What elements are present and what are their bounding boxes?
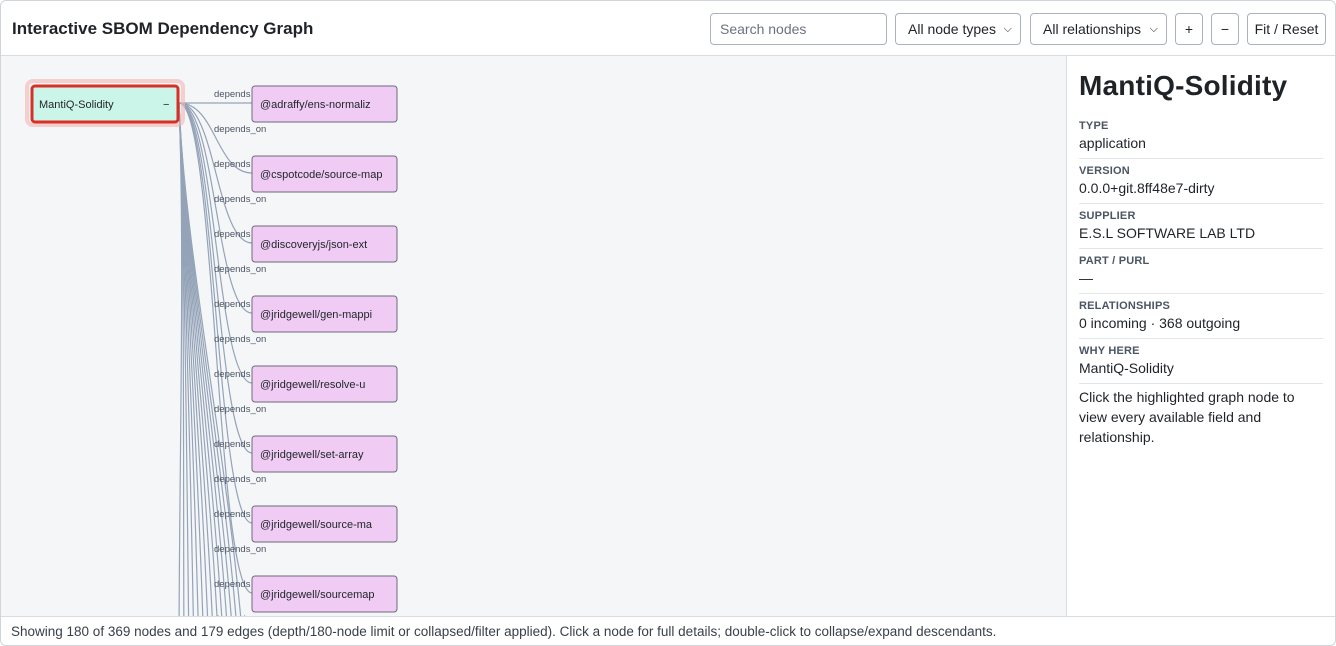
collapse-toggle[interactable]: − xyxy=(163,99,169,111)
dependency-graph[interactable]: dependsdepends_ondependsdepends_ondepend… xyxy=(1,56,1066,616)
detail-field: VERSION 0.0.0+git.8ff48e7-dirty xyxy=(1079,159,1323,204)
toolbar: Interactive SBOM Dependency Graph All no… xyxy=(1,1,1335,56)
detail-field: TYPE application xyxy=(1079,114,1323,159)
detail-field: PART / PURL — xyxy=(1079,249,1323,294)
edge-label: depends_on xyxy=(214,334,266,345)
graph-node[interactable]: @jridgewell/set-array xyxy=(251,435,398,473)
edge-label: depends_on xyxy=(214,124,266,135)
details-panel: MantiQ-Solidity TYPE application VERSION 0.… xyxy=(1066,56,1335,616)
edge-label: depends xyxy=(214,89,251,100)
details-hint: Click the highlighted graph node to view… xyxy=(1079,389,1295,445)
relationship-select-value: All relationships xyxy=(1043,21,1142,37)
detail-field-value: — xyxy=(1079,270,1093,286)
detail-field: SUPPLIER E.S.L SOFTWARE LAB LTD xyxy=(1079,204,1323,249)
fit-reset-button[interactable]: Fit / Reset xyxy=(1247,13,1326,45)
edge-label: depends xyxy=(214,369,251,380)
detail-field-key: VERSION xyxy=(1079,165,1130,177)
graph-node-label: @jridgewell/source-ma xyxy=(260,519,373,531)
root-node-label: MantiQ-Solidity xyxy=(39,99,114,111)
search-input[interactable] xyxy=(710,13,887,45)
edge-label: depends xyxy=(214,229,251,240)
edge-label: depends xyxy=(214,159,251,170)
graph-node-label: @cspotcode/source-map xyxy=(260,169,382,181)
detail-field-value: 0.0.0+git.8ff48e7-dirty xyxy=(1079,180,1215,196)
page-title: Interactive SBOM Dependency Graph xyxy=(12,19,314,38)
detail-field: WHY HERE MantiQ-Solidity xyxy=(1079,339,1323,384)
status-bar: Showing 180 of 369 nodes and 179 edges (… xyxy=(1,616,1335,645)
zoom-in-button[interactable]: + xyxy=(1175,13,1203,45)
edge-label: depends xyxy=(214,509,251,520)
detail-field: RELATIONSHIPS 0 incoming · 368 outgoing xyxy=(1079,294,1323,339)
detail-field-value: E.S.L SOFTWARE LAB LTD xyxy=(1079,225,1256,241)
app-window: Interactive SBOM Dependency Graph All no… xyxy=(0,0,1336,646)
graph-canvas[interactable]: depends depends_on depends depends_on depend… xyxy=(1,56,1066,616)
detail-field-value: MantiQ-Solidity xyxy=(1079,360,1174,376)
edge-label: depends xyxy=(214,579,251,590)
detail-field-key: TYPE xyxy=(1079,120,1109,132)
chevron-down-icon: ⌵ xyxy=(1149,23,1158,35)
edge-label: depends_on xyxy=(214,544,266,555)
root-node[interactable]: MantiQ-Solidity − xyxy=(25,79,185,127)
detail-field-value: 0 incoming · 368 outgoing xyxy=(1079,315,1241,331)
graph-node-label: @discoveryjs/json-ext xyxy=(260,239,367,251)
graph-node-label: @jridgewell/resolve-u xyxy=(260,379,365,391)
detail-field-key: WHY HERE xyxy=(1079,345,1140,357)
graph-node[interactable]: @cspotcode/source-map xyxy=(251,155,398,193)
graph-node[interactable]: @adraffy/ens-normaliz xyxy=(251,85,398,123)
edge-group xyxy=(178,102,253,616)
graph-node-label: @adraffy/ens-normaliz xyxy=(260,99,371,111)
edge-label: depends xyxy=(214,299,251,310)
edge-label: depends_on xyxy=(214,264,266,275)
edge-label: depends_on xyxy=(214,474,266,485)
details-title: MantiQ-Solidity xyxy=(1079,70,1288,101)
graph-node-label: @jridgewell/sourcemap xyxy=(260,589,375,601)
graph-node[interactable]: @jridgewell/source-ma xyxy=(251,505,398,543)
graph-node[interactable]: @jridgewell/sourcemap xyxy=(251,575,398,613)
graph-node[interactable]: @jridgewell/resolve-u xyxy=(251,365,398,403)
node-type-select[interactable]: All node types ⌵ xyxy=(895,13,1021,45)
graph-node[interactable]: @jridgewell/gen-mappi xyxy=(251,295,398,333)
detail-field-key: RELATIONSHIPS xyxy=(1079,300,1171,312)
graph-node[interactable]: @discoveryjs/json-ext xyxy=(251,225,398,263)
graph-node-label: @jridgewell/gen-mappi xyxy=(260,309,372,321)
edge-label: depends xyxy=(214,439,251,450)
zoom-out-button[interactable]: − xyxy=(1211,13,1239,45)
node-type-select-value: All node types xyxy=(908,21,996,37)
chevron-down-icon: ⌵ xyxy=(1003,23,1012,35)
edge-label: depends_on xyxy=(214,194,266,205)
graph-node-label: @jridgewell/set-array xyxy=(260,449,364,461)
relationship-select[interactable]: All relationships ⌵ xyxy=(1030,13,1167,45)
detail-field-key: PART / PURL xyxy=(1079,255,1150,267)
detail-field-value: application xyxy=(1079,135,1146,151)
edge-label: depends_on xyxy=(214,404,266,415)
detail-field-key: SUPPLIER xyxy=(1079,210,1136,222)
